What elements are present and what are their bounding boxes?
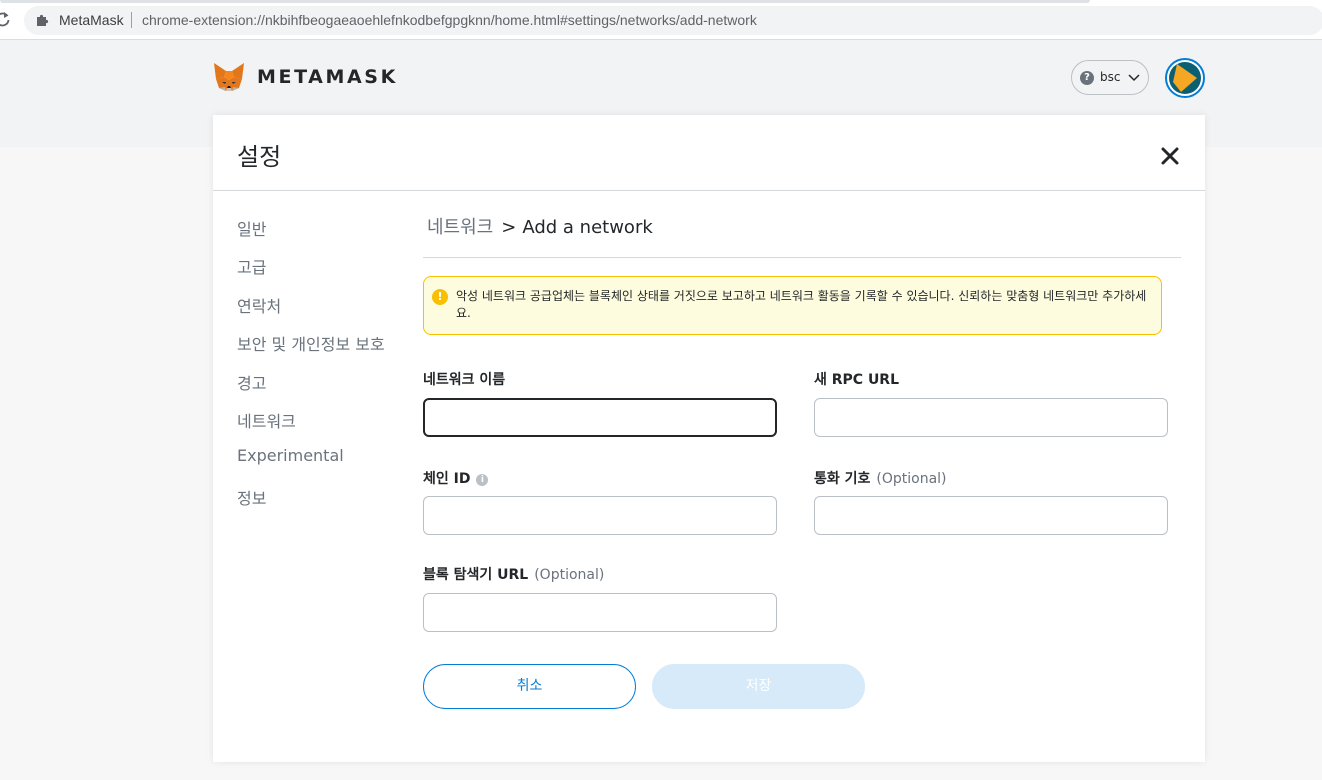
chain-id-label: 체인 ID i: [423, 468, 489, 488]
account-avatar[interactable]: [1165, 58, 1205, 98]
optional-tag: (Optional): [534, 567, 605, 583]
info-icon[interactable]: i: [476, 474, 489, 486]
explorer-url-label-text: 블록 탐색기 URL: [423, 567, 529, 583]
cancel-button[interactable]: 취소: [423, 664, 636, 709]
url-text[interactable]: chrome-extension://nkbihfbeogaeaoehlefnk…: [142, 12, 757, 29]
sidebar-item-security[interactable]: 보안 및 개인정보 보호: [237, 331, 385, 355]
explorer-url-label: 블록 탐색기 URL (Optional): [423, 564, 604, 584]
close-icon[interactable]: [1159, 145, 1181, 167]
chain-id-input[interactable]: [423, 496, 777, 535]
settings-panel: 설정 일반 고급 연락처 보안 및 개인정보 보호 경고 네트워크 Experi…: [213, 115, 1205, 762]
fox-icon: [212, 60, 246, 94]
chevron-down-icon: [1127, 69, 1141, 83]
chain-id-label-text: 체인 ID: [423, 471, 471, 487]
sidebar-item-experimental[interactable]: Experimental: [237, 446, 344, 465]
warning-icon: !: [432, 289, 448, 305]
currency-symbol-input[interactable]: [814, 496, 1168, 535]
rpc-url-label: 새 RPC URL: [814, 369, 899, 389]
logo-wordmark: METAMASK: [257, 66, 398, 88]
breadcrumb-networks[interactable]: 네트워크: [427, 217, 493, 238]
page-title: 설정: [237, 143, 282, 171]
tab-strip-edge: [0, 0, 1090, 3]
browser-address-bar: MetaMask chrome-extension://nkbihfbeogae…: [0, 0, 1322, 40]
network-name-input[interactable]: [423, 398, 777, 437]
extension-name: MetaMask: [59, 12, 124, 28]
sidebar-item-alerts[interactable]: 경고: [237, 370, 266, 394]
network-name: bsc: [1100, 70, 1121, 84]
sidebar-item-networks[interactable]: 네트워크: [237, 408, 296, 432]
header-divider: [213, 190, 1205, 191]
breadcrumb-separator: >: [501, 217, 517, 238]
extension-puzzle-icon: [36, 12, 50, 26]
sidebar-item-advanced[interactable]: 고급: [237, 254, 266, 278]
breadcrumb: 네트워크 > Add a network: [427, 213, 653, 239]
breadcrumb-current: Add a network: [522, 217, 653, 238]
explorer-url-input[interactable]: [423, 593, 777, 632]
reload-icon[interactable]: [0, 11, 12, 29]
omnibox-separator: [131, 12, 132, 28]
save-button[interactable]: 저장: [652, 664, 865, 709]
network-name-label: 네트워크 이름: [423, 369, 505, 389]
network-name-label-text: 네트워크 이름: [423, 372, 506, 388]
content-divider: [423, 257, 1181, 258]
currency-symbol-label-text: 통화 기호: [814, 471, 871, 487]
warning-text: 악성 네트워크 공급업체는 블록체인 상태를 거짓으로 보고하고 네트워크 활동…: [456, 289, 1147, 320]
optional-tag: (Optional): [876, 471, 947, 487]
sidebar-item-about[interactable]: 정보: [237, 485, 266, 509]
sidebar-item-general[interactable]: 일반: [237, 216, 266, 240]
warning-banner: ! 악성 네트워크 공급업체는 블록체인 상태를 거짓으로 보고하고 네트워크 …: [423, 276, 1162, 335]
sidebar-item-contacts[interactable]: 연락처: [237, 293, 281, 317]
rpc-url-input[interactable]: [814, 398, 1168, 437]
currency-symbol-label: 통화 기호 (Optional): [814, 468, 947, 488]
network-dropdown[interactable]: ? bsc: [1071, 60, 1149, 95]
metamask-logo[interactable]: METAMASK: [212, 60, 395, 96]
rpc-url-label-text: 새 RPC URL: [814, 372, 900, 388]
network-help-icon: ?: [1080, 71, 1094, 85]
